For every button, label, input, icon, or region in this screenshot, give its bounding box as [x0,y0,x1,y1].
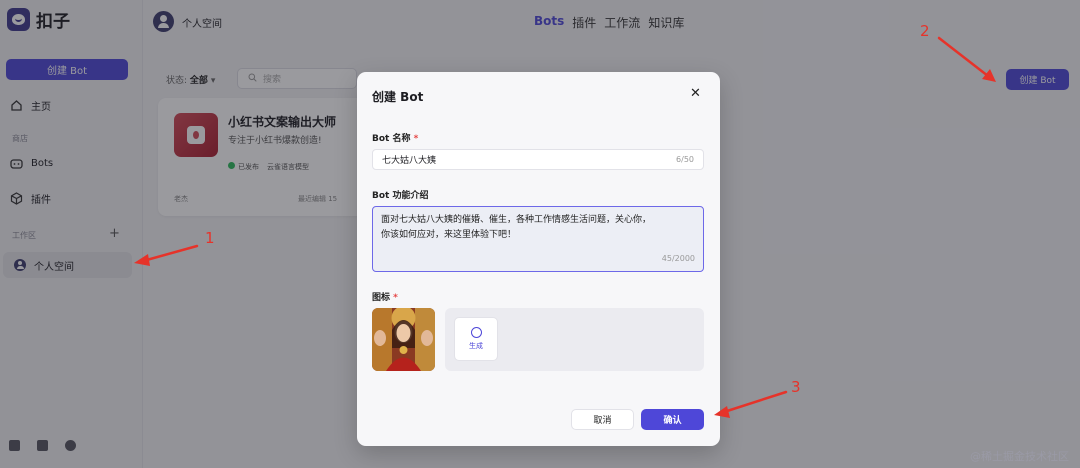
annotation-number-2: 2 [920,22,930,40]
arrow-3-head [714,406,730,418]
arrow-2-head [982,69,996,82]
arrow-2 [937,36,990,78]
arrow-3 [722,390,788,414]
watermark: @稀土掘金技术社区 [970,450,1069,463]
arrow-1-head [134,254,150,266]
annotation-number-3: 3 [791,378,801,396]
annotation-arrows [134,36,996,418]
arrow-1 [141,244,199,263]
annotation-number-1: 1 [205,229,215,247]
